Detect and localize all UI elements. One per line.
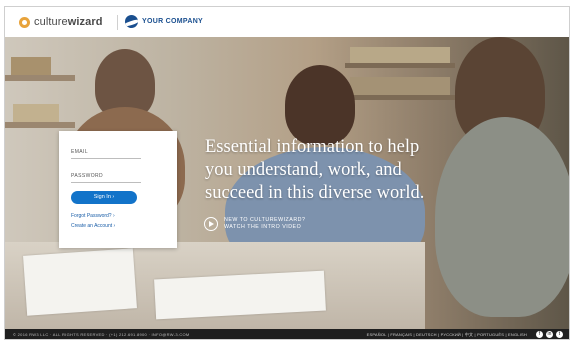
forgot-password-link[interactable]: Forgot Password? ›	[71, 213, 115, 219]
headline-line: Essential information to help	[205, 137, 420, 157]
hero-image: EMAIL PASSWORD Sign In › Forgot Password…	[5, 37, 569, 329]
culturewizard-logo-icon	[19, 16, 30, 28]
books	[350, 47, 450, 63]
email-field[interactable]: EMAIL	[71, 149, 88, 155]
top-header: culturewizard YOUR COMPANY	[5, 7, 569, 37]
logo-prefix: culture	[34, 16, 68, 28]
company-logo-icon	[125, 15, 138, 28]
intro-video-text: NEW TO CULTUREWIZARD? WATCH THE INTRO VI…	[224, 217, 305, 231]
play-icon	[204, 217, 218, 231]
login-box: EMAIL PASSWORD Sign In › Forgot Password…	[59, 131, 177, 248]
bookshelf	[5, 75, 75, 81]
facebook-icon[interactable]: f	[536, 331, 543, 338]
footer-bar: © 2016 RW3 LLC · ALL RIGHTS RESERVED · (…	[5, 329, 569, 339]
email-underline	[71, 158, 141, 159]
bookshelf	[345, 95, 455, 100]
company-name: YOUR COMPANY	[142, 18, 204, 25]
hero-headline: Essential information to help you unders…	[205, 136, 515, 205]
header-divider	[117, 15, 118, 30]
intro-video-link[interactable]: NEW TO CULTUREWIZARD? WATCH THE INTRO VI…	[204, 217, 305, 231]
books	[11, 57, 51, 75]
logo-suffix: wizard	[67, 16, 103, 28]
password-underline	[71, 182, 141, 183]
twitter-icon[interactable]: t	[556, 331, 563, 338]
headline-line: you understand, work, and	[205, 160, 402, 180]
video-text-line: NEW TO CULTUREWIZARD?	[224, 217, 306, 223]
logo-text: culturewizard	[34, 16, 103, 28]
bookshelf	[345, 63, 455, 68]
copyright-text: © 2016 RW3 LLC · ALL RIGHTS RESERVED · (…	[13, 332, 190, 337]
culturewizard-logo[interactable]: culturewizard	[19, 16, 103, 28]
language-links[interactable]: ESPAÑOL | FRANÇAIS | DEUTSCH | РУССКИЙ |…	[367, 332, 527, 338]
person-center	[285, 65, 355, 145]
headline-line: succeed in this diverse world.	[205, 183, 425, 203]
books	[350, 77, 450, 95]
document-papers	[23, 248, 137, 316]
company-logo[interactable]: YOUR COMPANY	[125, 15, 203, 28]
bookshelf	[5, 122, 75, 128]
password-field[interactable]: PASSWORD	[71, 173, 103, 179]
books	[13, 104, 59, 122]
sign-in-button[interactable]: Sign In ›	[71, 191, 137, 204]
page-frame: culturewizard YOUR COMPANY EMAIL PASSWOR…	[4, 6, 570, 340]
create-account-link[interactable]: Create an Account ›	[71, 223, 115, 229]
video-text-line: WATCH THE INTRO VIDEO	[224, 224, 302, 230]
linkedin-icon[interactable]: in	[546, 331, 553, 338]
